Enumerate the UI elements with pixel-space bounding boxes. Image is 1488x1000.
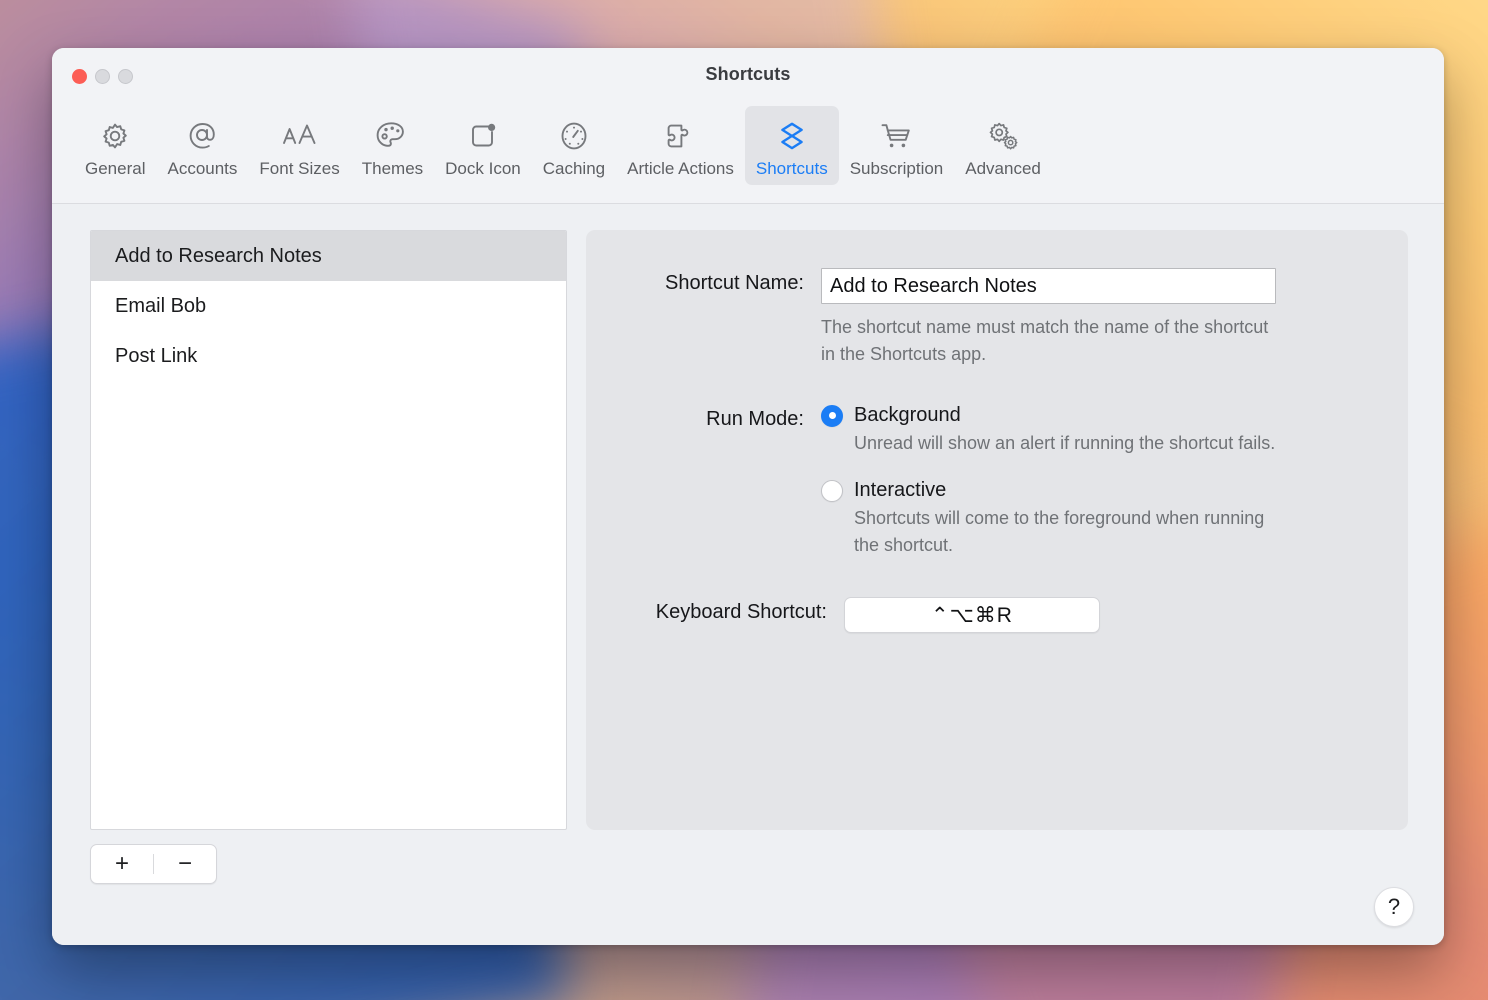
list-item[interactable]: Add to Research Notes — [91, 231, 566, 281]
add-remove-segmented-control: + − — [90, 844, 217, 884]
toolbar-tab-label: Caching — [542, 159, 606, 178]
list-item[interactable]: Email Bob — [91, 281, 566, 331]
toolbar-tab-subscription[interactable]: Subscription — [839, 106, 955, 185]
preferences-toolbar: General Accounts Font Sizes Themes Dock … — [52, 106, 1444, 204]
at-sign-icon — [175, 114, 229, 158]
keyboard-shortcut-label: Keyboard Shortcut: — [655, 601, 827, 623]
run-mode-row: Run Mode: Background Unread will show an… — [586, 404, 1408, 559]
radio-background[interactable] — [821, 404, 843, 427]
gear-icon — [88, 114, 142, 158]
stacked-layers-icon — [765, 114, 819, 158]
toolbar-tab-label: Advanced — [965, 159, 1041, 178]
shortcut-name-input[interactable] — [821, 268, 1276, 304]
desktop-wallpaper: Shortcuts General Accounts Font Sizes Th… — [0, 0, 1488, 1000]
keyboard-shortcut-recorder[interactable]: ⌃⌥⌘R — [844, 597, 1100, 633]
add-shortcut-button[interactable]: + — [91, 845, 153, 883]
toolbar-tab-article-actions[interactable]: Article Actions — [616, 106, 745, 185]
preferences-content: Add to Research Notes Email Bob Post Lin… — [52, 204, 1444, 945]
shortcut-name-hint: The shortcut name must match the name of… — [821, 317, 1269, 364]
shortcut-list[interactable]: Add to Research Notes Email Bob Post Lin… — [90, 230, 567, 830]
toolbar-tab-label: Themes — [361, 159, 424, 178]
run-mode-option-background[interactable]: Background — [821, 404, 1281, 427]
remove-shortcut-button[interactable]: − — [154, 845, 216, 883]
preferences-window: Shortcuts General Accounts Font Sizes Th… — [52, 48, 1444, 945]
palette-icon — [365, 114, 419, 158]
window-titlebar: Shortcuts — [52, 48, 1444, 106]
toolbar-tab-shortcuts[interactable]: Shortcuts — [744, 106, 839, 185]
toolbar-tab-font-sizes[interactable]: Font Sizes — [248, 106, 350, 185]
toolbar-tab-label: Shortcuts — [755, 159, 828, 178]
font-size-icon — [273, 114, 327, 158]
toolbar-tab-label: Font Sizes — [259, 159, 340, 178]
keyboard-shortcut-row: Keyboard Shortcut: ⌃⌥⌘R — [586, 597, 1408, 633]
list-controls: + − — [90, 844, 567, 884]
list-item[interactable]: Post Link — [91, 331, 566, 381]
toolbar-tab-advanced[interactable]: Advanced — [954, 106, 1052, 185]
list-item-label: Add to Research Notes — [115, 244, 322, 267]
puzzle-piece-icon — [654, 114, 708, 158]
radio-interactive-hint: Shortcuts will come to the foreground wh… — [854, 508, 1265, 555]
run-mode-option-interactive[interactable]: Interactive — [821, 479, 1281, 502]
dock-badge-icon — [456, 114, 510, 158]
detail-panel-wrapper: Shortcut Name: The shortcut name must ma… — [567, 230, 1414, 945]
window-title: Shortcuts — [705, 64, 791, 84]
toolbar-tab-label: Article Actions — [627, 159, 734, 178]
speedometer-icon — [547, 114, 601, 158]
toolbar-tab-themes[interactable]: Themes — [351, 106, 434, 185]
list-item-label: Post Link — [115, 344, 198, 367]
radio-background-label: Background — [854, 404, 961, 426]
shortcut-detail-panel: Shortcut Name: The shortcut name must ma… — [586, 230, 1408, 830]
toolbar-tab-label: General — [85, 159, 146, 178]
toolbar-tab-caching[interactable]: Caching — [532, 106, 616, 185]
toolbar-tab-accounts[interactable]: Accounts — [156, 106, 248, 185]
double-gears-icon — [976, 114, 1030, 158]
shortcut-name-label: Shortcut Name: — [665, 272, 804, 294]
radio-interactive-label: Interactive — [854, 479, 947, 501]
shopping-cart-icon — [869, 114, 923, 158]
toolbar-tab-label: Dock Icon — [445, 159, 521, 178]
list-item-label: Email Bob — [115, 294, 207, 317]
toolbar-tab-dock-icon[interactable]: Dock Icon — [434, 106, 532, 185]
radio-interactive[interactable] — [821, 479, 843, 502]
shortcut-name-row: Shortcut Name: The shortcut name must ma… — [586, 268, 1408, 368]
run-mode-label: Run Mode: — [706, 408, 804, 430]
shortcut-list-column: Add to Research Notes Email Bob Post Lin… — [90, 230, 567, 945]
toolbar-tab-label: Subscription — [849, 159, 944, 178]
toolbar-tab-general[interactable]: General — [74, 106, 156, 185]
radio-background-hint: Unread will show an alert if running the… — [854, 433, 1276, 453]
help-button[interactable]: ? — [1374, 887, 1414, 927]
toolbar-tab-label: Accounts — [167, 159, 238, 178]
